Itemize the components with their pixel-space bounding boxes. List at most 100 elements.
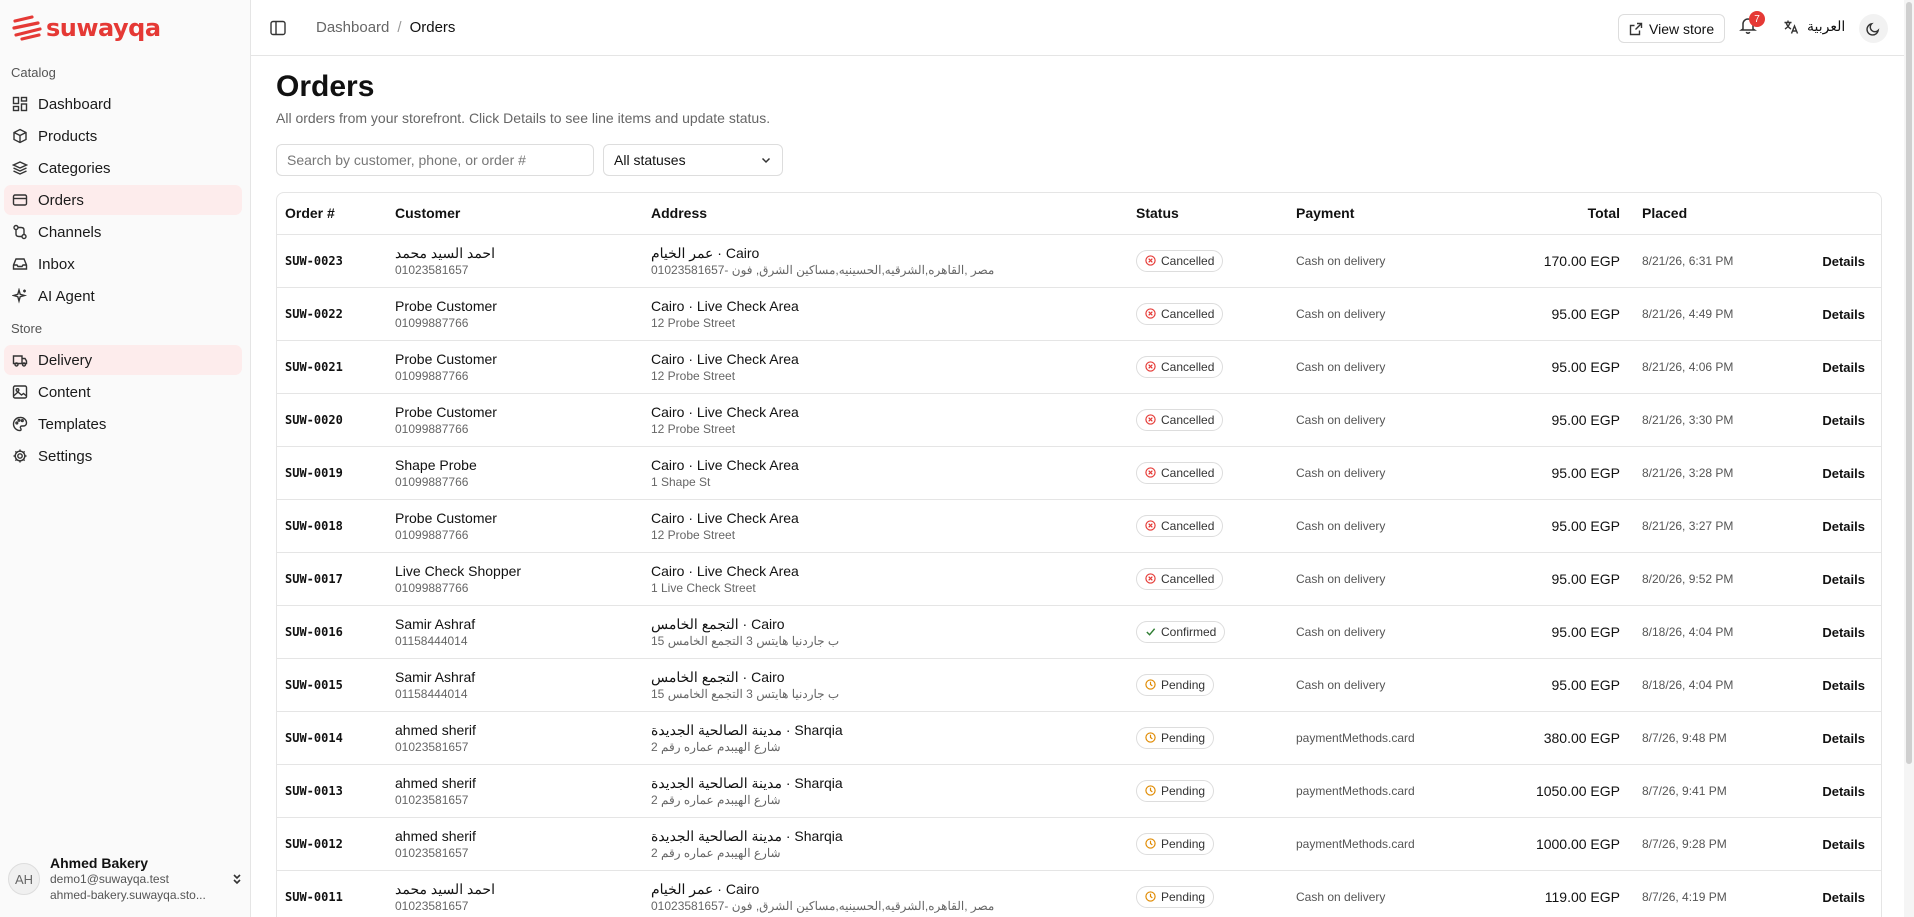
column-header-actions — [1794, 193, 1881, 235]
scrollbar-thumb[interactable] — [1906, 2, 1912, 764]
status-badge: Cancelled — [1136, 461, 1224, 484]
order-total: 95.00 EGP — [1551, 623, 1621, 640]
address-street: ب جاردنيا هايتس 3 التجمع الخامس 15 — [651, 686, 840, 701]
payment-method: paymentMethods.card — [1296, 730, 1415, 745]
order-number: SUW-0011 — [285, 889, 343, 904]
sidebar-item-settings[interactable]: Settings — [4, 441, 242, 471]
customer-phone: 01099887766 — [395, 580, 469, 595]
sidebar-item-ai-agent[interactable]: AI Agent — [4, 281, 242, 311]
table-row: SUW-0017 Live Check Shopper 01099887766 Cai… — [277, 552, 1881, 605]
sidebar-item-label: Categories — [38, 159, 111, 177]
order-number: SUW-0017 — [285, 571, 343, 586]
details-button[interactable]: Details — [1822, 572, 1865, 587]
channels-icon — [13, 224, 27, 240]
status-badge: Cancelled — [1136, 408, 1224, 431]
details-button[interactable]: Details — [1822, 466, 1865, 481]
details-button[interactable]: Details — [1822, 307, 1865, 322]
sidebar-item-content[interactable]: Content — [4, 377, 242, 407]
details-button[interactable]: Details — [1822, 625, 1865, 640]
table-row: SUW-0018 Probe Customer 01099887766 Cairo ·… — [277, 499, 1881, 552]
details-button[interactable]: Details — [1822, 413, 1865, 428]
details-button[interactable]: Details — [1822, 890, 1865, 905]
breadcrumb-dashboard-link[interactable]: Dashboard — [316, 19, 389, 36]
customer-phone: 01099887766 — [395, 527, 469, 542]
address-cell: Cairo · Live Check Area 12 Probe Street — [643, 499, 1128, 552]
language-label: العربية — [1807, 18, 1846, 34]
x-circle-icon — [1145, 361, 1156, 372]
status-label: Cancelled — [1161, 412, 1215, 427]
table-row: SUW-0019 Shape Probe 01099887766 Cairo · Li… — [277, 446, 1881, 499]
language-switcher[interactable]: العربية — [1783, 18, 1845, 35]
status-filter-select[interactable]: All statuses — [603, 144, 783, 176]
clock-icon — [1145, 838, 1156, 849]
nav-section-catalog: Catalog — [11, 65, 56, 80]
theme-toggle-button[interactable] — [1859, 14, 1888, 43]
details-button[interactable]: Details — [1822, 784, 1865, 799]
sidebar-item-categories[interactable]: Categories — [4, 153, 242, 183]
sidebar-item-delivery[interactable]: Delivery — [4, 345, 242, 375]
clock-icon — [1145, 732, 1156, 743]
details-button[interactable]: Details — [1822, 254, 1865, 269]
x-circle-icon — [1145, 573, 1156, 584]
payment-method: Cash on delivery — [1296, 412, 1386, 427]
customer-cell: ahmed sherif 01023581657 — [387, 764, 643, 817]
actions-cell: Details — [1794, 817, 1881, 870]
address-city-area: التجمع الخامس · Cairo — [651, 615, 785, 632]
details-button[interactable]: Details — [1822, 731, 1865, 746]
address-cell: Cairo · Live Check Area 12 Probe Street — [643, 340, 1128, 393]
external-link-icon — [1629, 22, 1643, 35]
view-store-button[interactable]: View store — [1618, 14, 1726, 43]
address-street: شارع الهيبدم عماره رقم 2 — [651, 845, 781, 860]
search-input[interactable] — [276, 144, 594, 176]
customer-phone: 01023581657 — [395, 898, 469, 913]
clock-icon — [1145, 679, 1156, 690]
sidebar: suwayqa Catalog Dashboard Products Categ… — [0, 0, 251, 917]
order-total: 95.00 EGP — [1551, 517, 1621, 534]
sidebar-item-channels[interactable]: Channels — [4, 217, 242, 247]
status-label: Cancelled — [1161, 359, 1215, 374]
clock-icon — [1145, 891, 1156, 902]
address-city-area: Cairo · Live Check Area — [651, 509, 799, 526]
customer-phone: 01099887766 — [395, 315, 469, 330]
actions-cell: Details — [1794, 552, 1881, 605]
notifications-button[interactable]: 7 — [1739, 11, 1765, 38]
address-street: شارع الهيبدم عماره رقم 2 — [651, 739, 781, 754]
user-menu[interactable]: AH Ahmed Bakery demo1@suwayqa.test ahmed… — [8, 851, 244, 907]
sidebar-toggle-icon[interactable] — [269, 19, 287, 37]
sidebar-item-products[interactable]: Products — [4, 121, 242, 151]
customer-cell: Probe Customer 01099887766 — [387, 340, 643, 393]
status-cell: Cancelled — [1128, 234, 1288, 287]
details-button[interactable]: Details — [1822, 519, 1865, 534]
customer-phone: 01158444014 — [395, 686, 468, 701]
payment-method: Cash on delivery — [1296, 253, 1386, 268]
customer-name: Samir Ashraf — [395, 615, 476, 632]
column-header-placed: Placed — [1634, 193, 1794, 235]
brand-logo[interactable]: suwayqa — [12, 14, 161, 42]
user-email: demo1@suwayqa.test — [50, 872, 169, 886]
customer-name: Shape Probe — [395, 456, 477, 473]
brand-name: suwayqa — [46, 14, 161, 42]
details-button[interactable]: Details — [1822, 360, 1865, 375]
sidebar-item-dashboard[interactable]: Dashboard — [4, 89, 242, 119]
order-total: 95.00 EGP — [1551, 570, 1621, 587]
customer-name: Probe Customer — [395, 403, 497, 420]
address-city-area: Cairo · Live Check Area — [651, 403, 799, 420]
order-number: SUW-0022 — [285, 306, 343, 321]
customer-name: احمد السيد محمد — [395, 244, 495, 261]
truck-icon — [12, 355, 28, 367]
address-city-area: Cairo · Live Check Area — [651, 350, 799, 367]
sidebar-item-templates[interactable]: Templates — [4, 409, 242, 439]
table-row: SUW-0015 Samir Ashraf 01158444014 التجمع ال… — [277, 658, 1881, 711]
sidebar-item-label: Dashboard — [38, 95, 112, 113]
order-total: 95.00 EGP — [1551, 464, 1621, 481]
sidebar-item-orders[interactable]: Orders — [4, 185, 242, 215]
details-button[interactable]: Details — [1822, 837, 1865, 852]
status-badge: Cancelled — [1136, 302, 1224, 325]
sidebar-item-inbox[interactable]: Inbox — [4, 249, 242, 279]
address-city-area: Cairo · Live Check Area — [651, 562, 799, 579]
order-number: SUW-0020 — [285, 412, 343, 427]
status-badge: Pending — [1136, 726, 1215, 749]
address-street: مصر ,القاهره,الشرقيه,الحسينيه,مساكين الش… — [651, 262, 995, 277]
details-button[interactable]: Details — [1822, 678, 1865, 693]
order-placed-date: 8/7/26, 9:48 PM — [1642, 730, 1727, 745]
